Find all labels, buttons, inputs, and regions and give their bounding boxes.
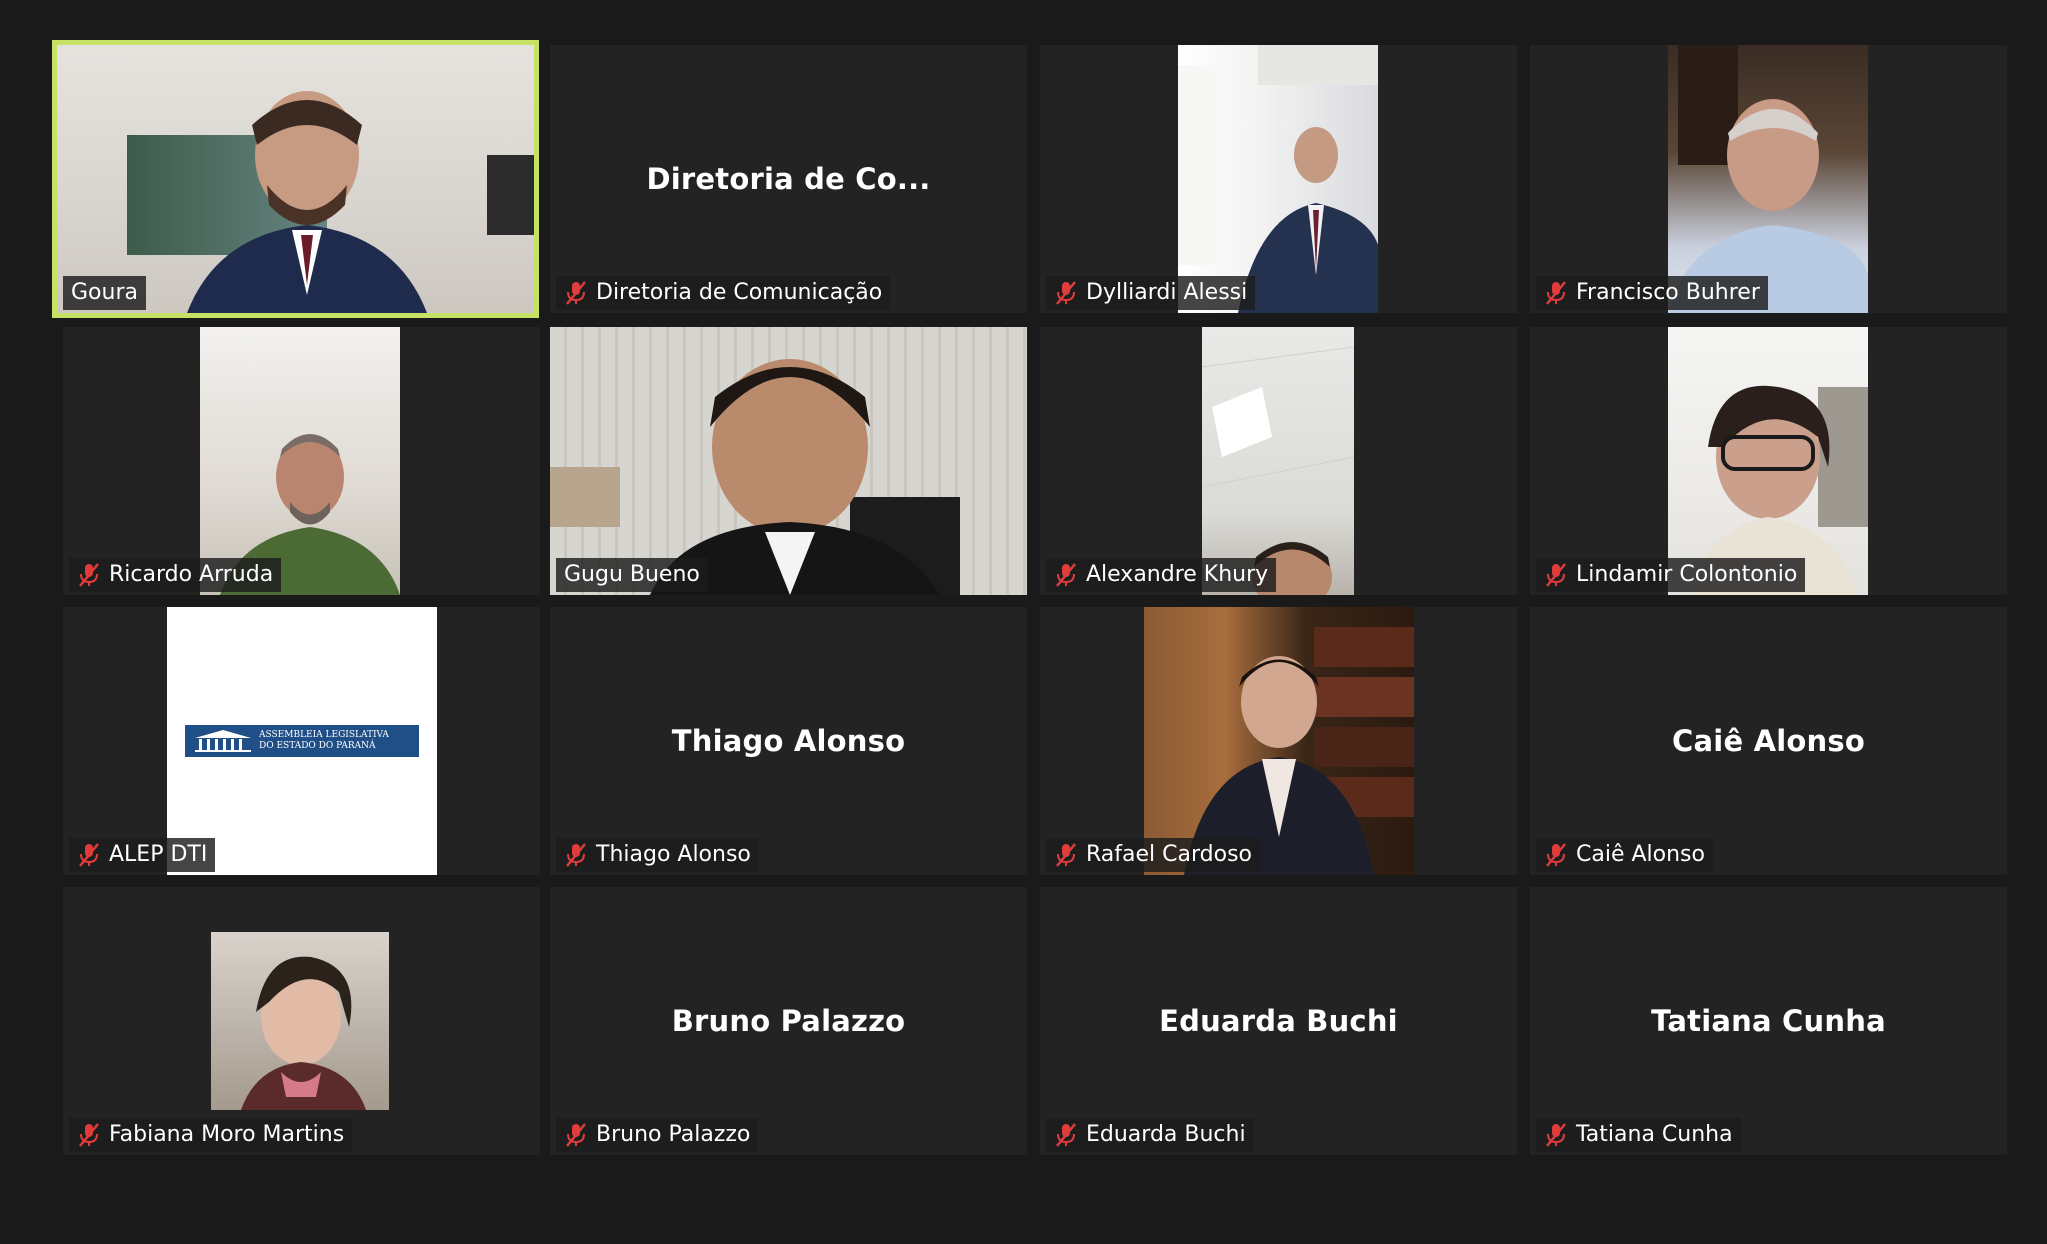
participant-tile-dylliardi-alessi[interactable]: Dylliardi Alessi <box>1040 45 1517 313</box>
participant-name: Tatiana Cunha <box>1576 1122 1733 1147</box>
participant-video <box>550 327 1027 595</box>
participant-video <box>1668 327 1868 595</box>
participant-name-tag: Rafael Cardoso <box>1046 838 1260 872</box>
muted-microphone-icon <box>1546 563 1566 587</box>
participant-name-tag: Fabiana Moro Martins <box>69 1118 353 1152</box>
participant-name-tag: Francisco Buhrer <box>1536 276 1768 310</box>
person-video-frame <box>1688 385 1868 595</box>
participant-tile-thiago-alonso[interactable]: Thiago Alonso Thiago Alonso <box>550 607 1027 875</box>
participant-tile-eduarda-buchi[interactable]: Eduarda Buchi Eduarda Buchi <box>1040 887 1517 1155</box>
participant-center-name: Eduarda Buchi <box>1159 1004 1398 1038</box>
participant-tile-rafael-cardoso[interactable]: Rafael Cardoso <box>1040 607 1517 875</box>
muted-microphone-icon <box>566 843 586 867</box>
participant-name: ALEP DTI <box>109 842 208 867</box>
participant-name: Dylliardi Alessi <box>1086 280 1248 305</box>
building-icon <box>195 730 251 752</box>
participant-name: Gugu Bueno <box>564 562 700 587</box>
participant-tile-francisco-buhrer[interactable]: Francisco Buhrer <box>1530 45 2007 313</box>
participant-name-tag: Lindamir Colontonio <box>1536 558 1806 592</box>
participant-center-name: Tatiana Cunha <box>1651 1004 1886 1038</box>
participant-name: Eduarda Buchi <box>1086 1122 1246 1147</box>
logo-line-1: ASSEMBLEIA LEGISLATIVA <box>259 730 389 740</box>
participant-tile-fabiana-moro-martins[interactable]: Fabiana Moro Martins <box>63 887 540 1155</box>
muted-microphone-icon <box>79 1123 99 1147</box>
participant-name: Fabiana Moro Martins <box>109 1122 345 1147</box>
muted-microphone-icon <box>79 563 99 587</box>
participant-video: ASSEMBLEIA LEGISLATIVA DO ESTADO DO PARA… <box>167 607 437 875</box>
participant-name: Diretoria de Comunicação <box>596 280 883 305</box>
assembleia-logo: ASSEMBLEIA LEGISLATIVA DO ESTADO DO PARA… <box>185 725 419 757</box>
muted-microphone-icon <box>79 843 99 867</box>
logo-line-2: DO ESTADO DO PARANÁ <box>259 741 376 751</box>
participant-video <box>200 327 400 595</box>
person-video-frame <box>220 434 400 595</box>
participant-name-tag: Tatiana Cunha <box>1536 1118 1741 1152</box>
person-video-frame <box>127 91 534 313</box>
participant-name: Ricardo Arruda <box>109 562 274 587</box>
participant-tile-alep-dti[interactable]: ASSEMBLEIA LEGISLATIVA DO ESTADO DO PARA… <box>63 607 540 875</box>
participant-center-name: Diretoria de Co... <box>646 162 931 196</box>
participant-name-tag: Eduarda Buchi <box>1046 1118 1254 1152</box>
participant-center-name: Bruno Palazzo <box>671 1004 906 1038</box>
muted-microphone-icon <box>566 1123 586 1147</box>
person-video-frame <box>241 956 366 1110</box>
muted-microphone-icon <box>1546 1123 1566 1147</box>
participant-name: Bruno Palazzo <box>596 1122 751 1147</box>
participant-name-tag: Thiago Alonso <box>556 838 759 872</box>
participant-name: Lindamir Colontonio <box>1576 562 1798 587</box>
participant-name: Thiago Alonso <box>596 842 751 867</box>
participant-name-tag: Dylliardi Alessi <box>1046 276 1256 310</box>
participant-video <box>57 45 534 313</box>
participant-video <box>1668 45 1868 313</box>
muted-microphone-icon <box>1056 281 1076 305</box>
participant-tile-bruno-palazzo[interactable]: Bruno Palazzo Bruno Palazzo <box>550 887 1027 1155</box>
participant-tile-goura[interactable]: Goura <box>52 40 539 318</box>
participant-video <box>1202 327 1354 595</box>
muted-microphone-icon <box>1546 843 1566 867</box>
participant-video <box>1178 45 1378 313</box>
person-video-frame <box>1184 627 1414 875</box>
participant-name: Caiê Alonso <box>1576 842 1705 867</box>
person-video-frame <box>1178 45 1378 313</box>
participant-name-tag: Ricardo Arruda <box>69 558 282 592</box>
person-video-frame <box>1668 45 1868 313</box>
participant-video <box>211 932 389 1110</box>
participant-name: Francisco Buhrer <box>1576 280 1760 305</box>
muted-microphone-icon <box>1056 843 1076 867</box>
participant-video <box>1144 607 1414 875</box>
participant-name: Goura <box>71 280 138 305</box>
participant-name-tag: Gugu Bueno <box>556 558 708 592</box>
muted-microphone-icon <box>1546 281 1566 305</box>
participant-name-tag: ALEP DTI <box>69 838 216 872</box>
participant-name-tag: Diretoria de Comunicação <box>556 276 891 310</box>
participant-tile-alexandre-khury[interactable]: Alexandre Khury <box>1040 327 1517 595</box>
person-video-frame <box>1202 346 1354 595</box>
participant-name: Rafael Cardoso <box>1086 842 1252 867</box>
participant-tile-tatiana-cunha[interactable]: Tatiana Cunha Tatiana Cunha <box>1530 887 2007 1155</box>
participant-name-tag: Bruno Palazzo <box>556 1118 759 1152</box>
muted-microphone-icon <box>1056 1123 1076 1147</box>
participant-tile-lindamir-colontonio[interactable]: Lindamir Colontonio <box>1530 327 2007 595</box>
participant-tile-ricardo-arruda[interactable]: Ricardo Arruda <box>63 327 540 595</box>
participant-tile-caie-alonso[interactable]: Caiê Alonso Caiê Alonso <box>1530 607 2007 875</box>
muted-microphone-icon <box>566 281 586 305</box>
participant-tile-diretoria[interactable]: Diretoria de Co... Diretoria de Comunica… <box>550 45 1027 313</box>
participant-tile-gugu-bueno[interactable]: Gugu Bueno <box>550 327 1027 595</box>
participant-center-name: Caiê Alonso <box>1672 724 1865 758</box>
participant-name-tag: Goura <box>63 276 146 310</box>
participant-name: Alexandre Khury <box>1086 562 1269 587</box>
muted-microphone-icon <box>1056 563 1076 587</box>
participant-name-tag: Alexandre Khury <box>1046 558 1277 592</box>
participant-name-tag: Caiê Alonso <box>1536 838 1713 872</box>
person-video-frame <box>550 359 960 595</box>
meeting-gallery-view: Goura Diretoria de Co... Diretoria de Co… <box>0 0 2047 1244</box>
participant-center-name: Thiago Alonso <box>671 724 906 758</box>
